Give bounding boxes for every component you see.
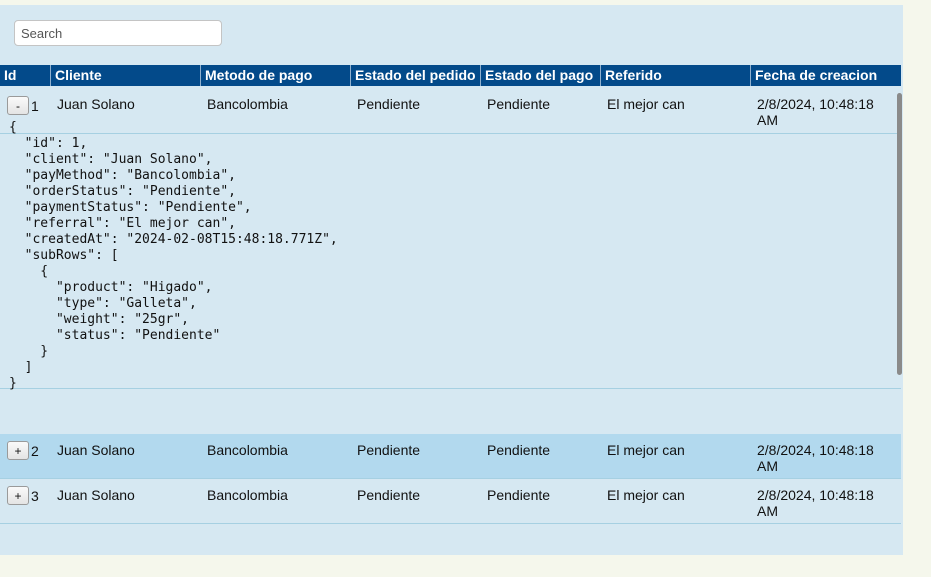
created-at-date: 2/8/2024, 10:48:18 [757,487,874,503]
created-at-ampm: AM [757,503,778,519]
created-at-date: 2/8/2024, 10:48:18 [757,96,874,112]
created-at-date: 2/8/2024, 10:48:18 [757,442,874,458]
cell-order-status: Pendiente [357,96,421,112]
table-header: Id Cliente Metodo de pago Estado del ped… [0,65,901,86]
row-id: 2 [31,443,39,459]
cell-pay-method: Bancolombia [207,96,288,112]
cell-payment-status: Pendiente [487,487,551,503]
column-header-id[interactable]: Id [0,65,50,86]
expand-row-button[interactable]: + [7,441,29,460]
cell-created-at: 2/8/2024, 10:48:18 AM [757,96,874,128]
column-header-estado-del-pago[interactable]: Estado del pago [480,65,600,86]
column-header-fecha-de-creacion[interactable]: Fecha de creacion [750,65,901,86]
cell-order-status: Pendiente [357,487,421,503]
created-at-ampm: AM [757,112,778,128]
column-header-estado-del-pedido[interactable]: Estado del pedido [350,65,480,86]
table-row[interactable]: + 2 Juan Solano Bancolombia Pendiente Pe… [0,434,901,479]
cell-referral: El mejor can [607,487,685,503]
cell-pay-method: Bancolombia [207,442,288,458]
column-header-metodo-de-pago[interactable]: Metodo de pago [200,65,350,86]
cell-referral: El mejor can [607,442,685,458]
column-header-cliente[interactable]: Cliente [50,65,200,86]
created-at-ampm: AM [757,458,778,474]
cell-order-status: Pendiente [357,442,421,458]
cell-payment-status: Pendiente [487,96,551,112]
expand-row-button[interactable]: + [7,486,29,505]
collapse-row-button[interactable]: - [7,96,29,115]
spacer-row [0,389,901,434]
cell-created-at: 2/8/2024, 10:48:18 AM [757,487,874,519]
row-id: 3 [31,488,39,504]
cell-referral: El mejor can [607,96,685,112]
expanded-json: { "id": 1, "client": "Juan Solano", "pay… [9,120,338,391]
table-row[interactable]: + 3 Juan Solano Bancolombia Pendiente Pe… [0,479,901,524]
search-input[interactable] [14,20,222,46]
row-id: 1 [31,98,39,114]
cell-payment-status: Pendiente [487,442,551,458]
scrollbar-thumb[interactable] [897,93,902,375]
cell-client: Juan Solano [57,96,135,112]
cell-client: Juan Solano [57,442,135,458]
cell-created-at: 2/8/2024, 10:48:18 AM [757,442,874,474]
column-header-referido[interactable]: Referido [600,65,750,86]
cell-client: Juan Solano [57,487,135,503]
table-panel: Id Cliente Metodo de pago Estado del ped… [0,5,903,555]
cell-pay-method: Bancolombia [207,487,288,503]
